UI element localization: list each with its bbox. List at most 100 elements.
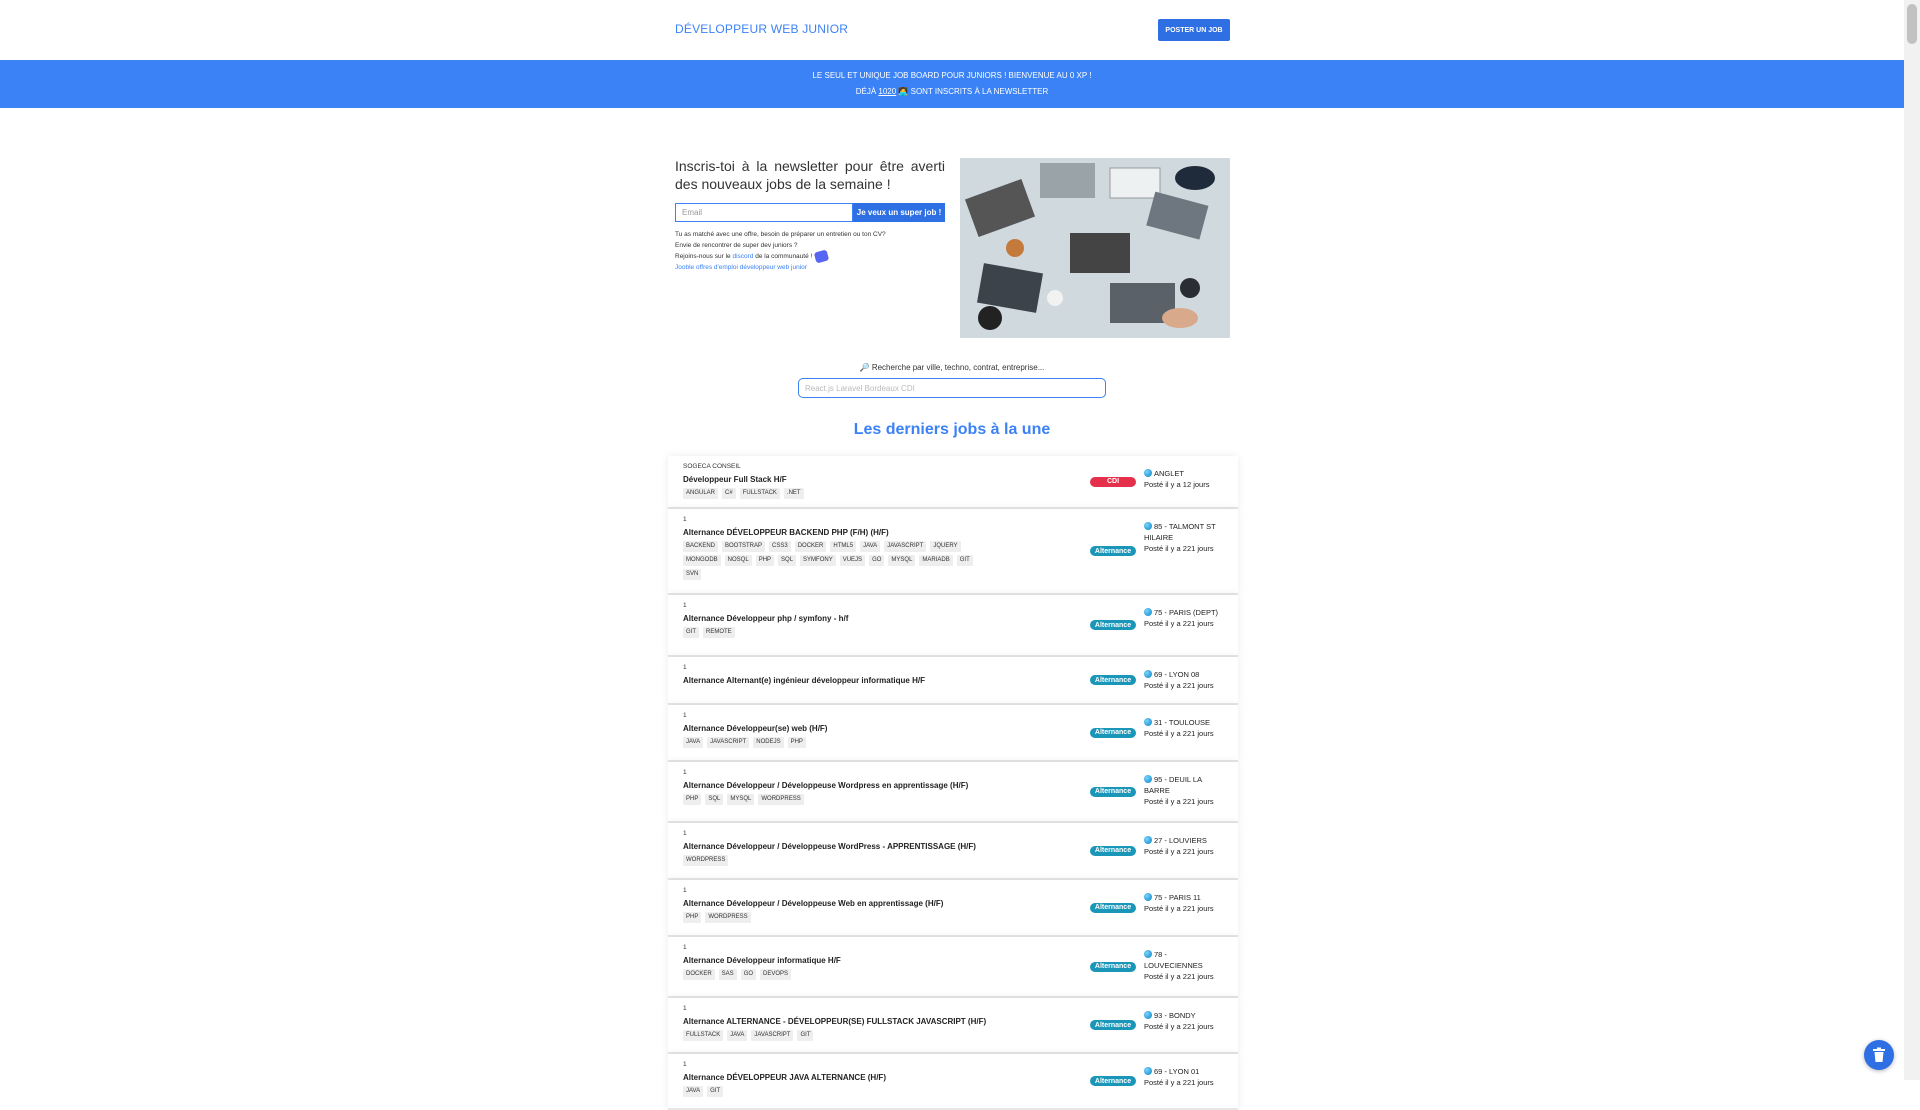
job-tag[interactable]: WORDPRESS xyxy=(758,794,804,805)
job-tag[interactable]: FULLSTACK xyxy=(683,1030,724,1041)
job-card[interactable]: 1 Alternance Développeur / Développeuse W… xyxy=(668,880,1238,937)
job-search-input[interactable]: React.js Laravel Bordeaux CDI xyxy=(798,378,1106,398)
job-tag[interactable]: SQL xyxy=(778,555,797,566)
job-tag[interactable]: NOSQL xyxy=(724,555,752,566)
job-card[interactable]: 1 Alternance Développeur(se) web (H/F) JAV… xyxy=(668,705,1238,762)
job-tag[interactable]: NODEJS xyxy=(753,737,784,748)
email-input[interactable]: Email xyxy=(675,203,853,222)
job-tags: BACKEND BOOTSTRAP CSS3 DOCKER HTML5 JAVA JAVAS… xyxy=(683,541,973,580)
job-tag[interactable]: DOCKER xyxy=(683,969,715,980)
job-tag[interactable]: JAVASCRIPT xyxy=(884,541,927,552)
job-location: 27 - LOUVIERS xyxy=(1154,836,1207,845)
job-card[interactable]: 1 Alternance Développeur informatique H/F… xyxy=(668,937,1238,998)
team-laptops-photo xyxy=(960,158,1230,338)
job-tag[interactable]: DOCKER xyxy=(794,541,827,552)
job-title[interactable]: Alternance DÉVELOPPEUR BACKEND PHP (F/H)… xyxy=(683,528,889,537)
scrollbar-thumb[interactable] xyxy=(1907,4,1917,44)
job-tag[interactable]: HTML5 xyxy=(830,541,857,552)
brand-link[interactable]: DÉVELOPPEUR WEB JUNIOR xyxy=(675,22,848,36)
job-tag[interactable]: MONGODB xyxy=(683,555,721,566)
job-tag[interactable]: PHP xyxy=(683,912,702,923)
job-tag[interactable]: SVN xyxy=(683,569,702,580)
banner-line-1: LE SEUL ET UNIQUE JOB BOARD POUR JUNIORS… xyxy=(812,71,1092,80)
job-tag[interactable]: PHP xyxy=(755,555,775,566)
job-tag[interactable]: .NET xyxy=(783,488,804,499)
job-card[interactable]: 1 Alternance ALTERNANCE - DÉVELOPPEUR(SE)… xyxy=(668,998,1238,1054)
job-tag[interactable]: PHP xyxy=(787,737,806,748)
job-tag[interactable]: SQL xyxy=(705,794,724,805)
job-tag[interactable]: CSS3 xyxy=(769,541,791,552)
contract-badge: Alternance xyxy=(1090,902,1136,913)
discord-link[interactable]: discord xyxy=(732,253,753,260)
job-title[interactable]: Alternance DÉVELOPPEUR JAVA ALTERNANCE (… xyxy=(683,1073,886,1082)
job-tag[interactable]: MYSQL xyxy=(888,555,916,566)
job-title[interactable]: Alternance Développeur / Développeuse We… xyxy=(683,899,943,908)
job-title[interactable]: Alternance Développeur php / symfony - h… xyxy=(683,614,848,623)
job-tag[interactable]: WORDPRESS xyxy=(683,855,729,866)
job-tag[interactable]: ANGULAR xyxy=(683,488,719,499)
job-tag[interactable]: BACKEND xyxy=(683,541,719,552)
job-title[interactable]: Alternance Développeur / Développeuse Wo… xyxy=(683,842,976,851)
job-title[interactable]: Développeur Full Stack H/F xyxy=(683,475,787,484)
job-tag[interactable]: JAVASCRIPT xyxy=(707,737,750,748)
job-tag[interactable]: VUEJS xyxy=(839,555,866,566)
post-job-button[interactable]: POSTER UN JOB xyxy=(1158,19,1230,41)
contract-badge: Alternance xyxy=(1090,546,1136,556)
discord-icon[interactable] xyxy=(814,249,830,264)
job-title[interactable]: Alternance Développeur informatique H/F xyxy=(683,956,841,965)
job-tag[interactable]: JQUERY xyxy=(930,541,961,552)
job-tag[interactable]: JAVA xyxy=(860,541,881,552)
job-tag[interactable]: SAS xyxy=(718,969,737,980)
job-location: 95 - DEUIL LA BARRE xyxy=(1144,775,1202,795)
info-line-1: Tu as matché avec une offre, besoin de p… xyxy=(675,231,886,238)
job-card[interactable]: 1 Alternance Développeur / Développeuse W… xyxy=(668,823,1238,880)
job-tag[interactable]: GIT xyxy=(797,1030,814,1041)
job-tag[interactable]: MARIADB xyxy=(919,555,953,566)
banner-prefix: DÉJÀ xyxy=(855,87,879,96)
job-tag[interactable]: C# xyxy=(722,488,736,499)
section-title: Les derniers jobs à la une xyxy=(853,421,1051,438)
announcement-banner: LE SEUL ET UNIQUE JOB BOARD POUR JUNIORS… xyxy=(0,60,1904,108)
job-tag[interactable]: JAVA xyxy=(683,737,704,748)
job-tag[interactable]: SYMFONY xyxy=(800,555,836,566)
job-card[interactable]: 1 Alternance Développeur / Développeuse W… xyxy=(668,762,1238,823)
job-tag[interactable]: REMOTE xyxy=(703,627,735,638)
job-tag[interactable]: JAVA xyxy=(727,1030,748,1041)
contract-badge: Alternance xyxy=(1090,845,1136,856)
job-card[interactable]: 1 Alternance DÉVELOPPEUR BACKEND PHP (F/H… xyxy=(668,509,1238,595)
job-tag[interactable]: BOOTSTRAP xyxy=(722,541,766,552)
job-card[interactable]: 1 Alternance DÉVELOPPEUR JAVA ALTERNANCE … xyxy=(668,1054,1238,1110)
job-tag[interactable]: GIT xyxy=(683,627,699,638)
job-location-block: 75 - PARIS 11 Posté il y a 221 jours xyxy=(1144,892,1224,914)
job-card[interactable]: SOGECA CONSEIL Développeur Full Stack H/F… xyxy=(668,456,1238,509)
subscribe-button[interactable]: Je veux un super job ! xyxy=(853,203,945,222)
job-title[interactable]: Alternance Développeur(se) web (H/F) xyxy=(683,724,827,733)
job-title[interactable]: Alternance Alternant(e) ingénieur dévelo… xyxy=(683,676,925,685)
job-tag[interactable]: PHP xyxy=(683,794,702,805)
job-location-block: 78 - LOUVECIENNES Posté il y a 221 jours xyxy=(1144,949,1224,982)
job-tag[interactable]: JAVASCRIPT xyxy=(751,1030,794,1041)
job-tag[interactable]: GO xyxy=(740,969,757,980)
job-tag[interactable]: DEVOPS xyxy=(760,969,792,980)
job-title[interactable]: Alternance ALTERNANCE - DÉVELOPPEUR(SE) … xyxy=(683,1017,986,1026)
job-tag[interactable]: FULLSTACK xyxy=(739,488,780,499)
job-location-block: 69 - LYON 08 Posté il y a 221 jours xyxy=(1144,669,1224,691)
job-tag[interactable]: WORDPRESS xyxy=(705,912,751,923)
jooble-link[interactable]: Jooble offres d'emploi développeur web j… xyxy=(675,262,886,273)
job-tag[interactable]: GIT xyxy=(707,1086,724,1097)
trash-button[interactable] xyxy=(1864,1040,1894,1070)
job-posted-date: Posté il y a 221 jours xyxy=(1144,729,1214,738)
search-label: 🔎 Recherche par ville, techno, contrat, … xyxy=(859,363,1045,372)
scrollbar[interactable] xyxy=(1904,0,1920,1080)
job-location-block: 75 - PARIS (DEPT) Posté il y a 221 jours xyxy=(1144,607,1224,629)
job-card[interactable]: 1 Alternance Développeur php / symfony - … xyxy=(668,595,1238,657)
globe-icon xyxy=(1144,522,1152,530)
job-tag[interactable]: MYSQL xyxy=(727,794,755,805)
job-title[interactable]: Alternance Développeur / Développeuse Wo… xyxy=(683,781,968,790)
job-tag[interactable]: JAVA xyxy=(683,1086,704,1097)
job-tag[interactable]: GO xyxy=(869,555,885,566)
job-location: 85 - TALMONT ST HILAIRE xyxy=(1144,522,1216,542)
job-card[interactable]: 1 Alternance Alternant(e) ingénieur dével… xyxy=(668,657,1238,705)
job-tag[interactable]: GIT xyxy=(956,555,973,566)
trash-icon xyxy=(1873,1047,1885,1062)
